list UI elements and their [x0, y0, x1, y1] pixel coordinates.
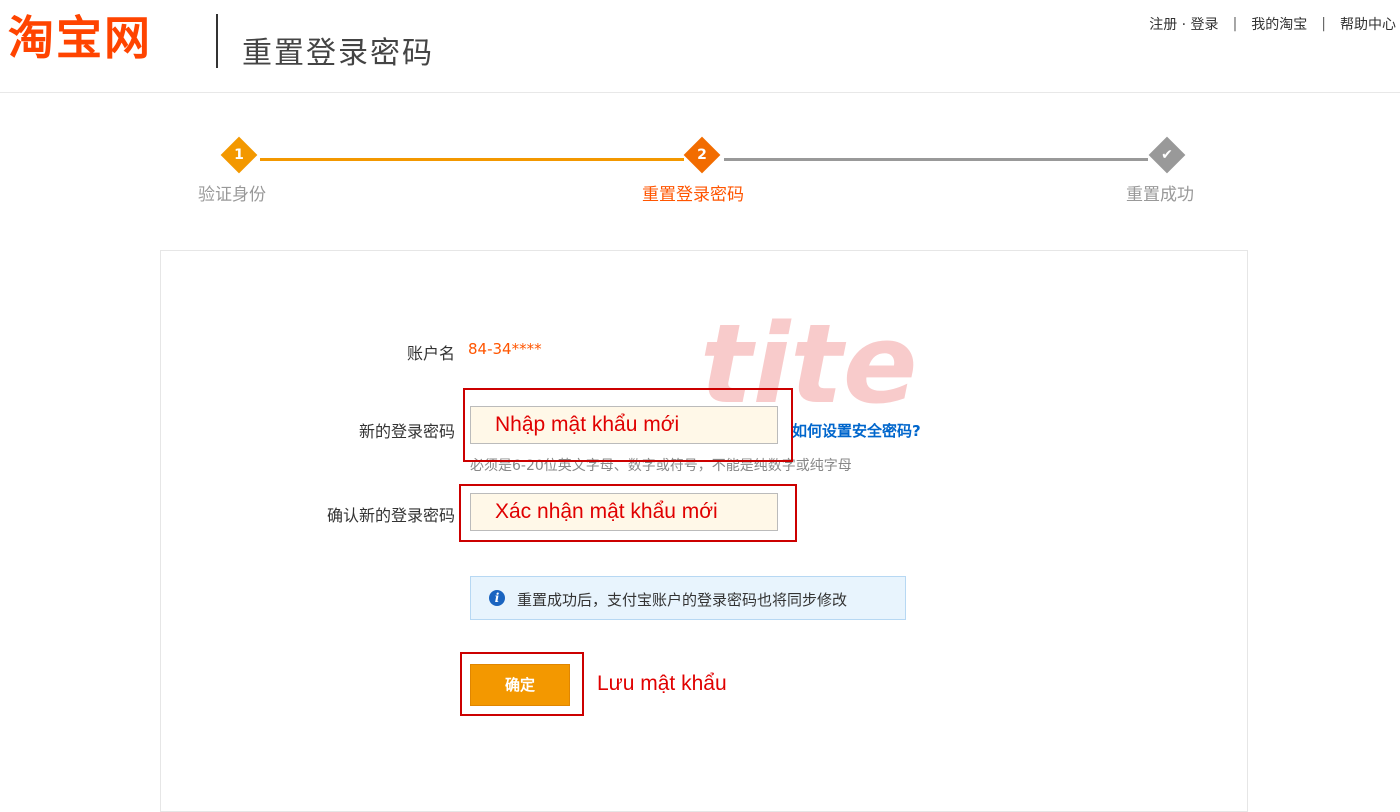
confirm-password-label: 确认新的登录密码 [326, 506, 455, 525]
link-separator: | [1321, 16, 1326, 32]
logo-divider [216, 14, 218, 68]
step-3-label: 重置成功 [1126, 185, 1194, 205]
info-notice: i 重置成功后，支付宝账户的登录密码也将同步修改 [470, 576, 906, 620]
check-icon: ✔ [1161, 147, 1173, 163]
taobao-logo[interactable]: 淘宝网 [8, 8, 152, 68]
top-links: 注册 · 登录 | 我的淘宝 | 帮助中心 [1149, 14, 1396, 34]
confirm-button[interactable]: 确定 [470, 664, 570, 706]
my-taobao-link[interactable]: 我的淘宝 [1251, 14, 1307, 34]
account-label: 账户名 [406, 344, 455, 363]
new-password-field[interactable]: Nhập mật khẩu mới [470, 406, 778, 444]
save-password-annotation: Lưu mật khẩu [597, 672, 727, 695]
step-2-marker: 2 [683, 136, 721, 174]
step-line-pending [724, 158, 1148, 161]
new-password-label: 新的登录密码 [358, 422, 455, 441]
register-login-link[interactable]: 注册 · 登录 [1149, 14, 1218, 34]
step-1-label: 验证身份 [198, 185, 266, 205]
password-hint: 必须是6-20位英文字母、数字或符号，不能是纯数字或纯字母 [470, 458, 852, 474]
step-3-check-icon: ✔ [1148, 136, 1186, 174]
confirm-password-field[interactable]: Xác nhận mật khẩu mới [470, 493, 778, 531]
step-1-number: 1 [234, 147, 244, 163]
page-title: 重置登录密码 [242, 36, 434, 71]
header: 淘宝网 重置登录密码 注册 · 登录 | 我的淘宝 | 帮助中心 [0, 0, 1400, 93]
step-2-number: 2 [697, 147, 707, 163]
help-center-link[interactable]: 帮助中心 [1340, 14, 1396, 34]
step-2-label: 重置登录密码 [642, 185, 744, 205]
account-value: 84-34**** [468, 340, 542, 358]
info-icon: i [489, 590, 505, 606]
step-1-marker: 1 [220, 136, 258, 174]
step-line-done [260, 158, 684, 161]
link-separator: | [1232, 16, 1238, 32]
progress-steps: 1 2 ✔ 验证身份 重置登录密码 重置成功 [0, 130, 1400, 220]
notice-text: 重置成功后，支付宝账户的登录密码也将同步修改 [517, 591, 848, 609]
form-card [160, 250, 1248, 812]
password-help-link[interactable]: 如何设置安全密码? [792, 420, 921, 441]
